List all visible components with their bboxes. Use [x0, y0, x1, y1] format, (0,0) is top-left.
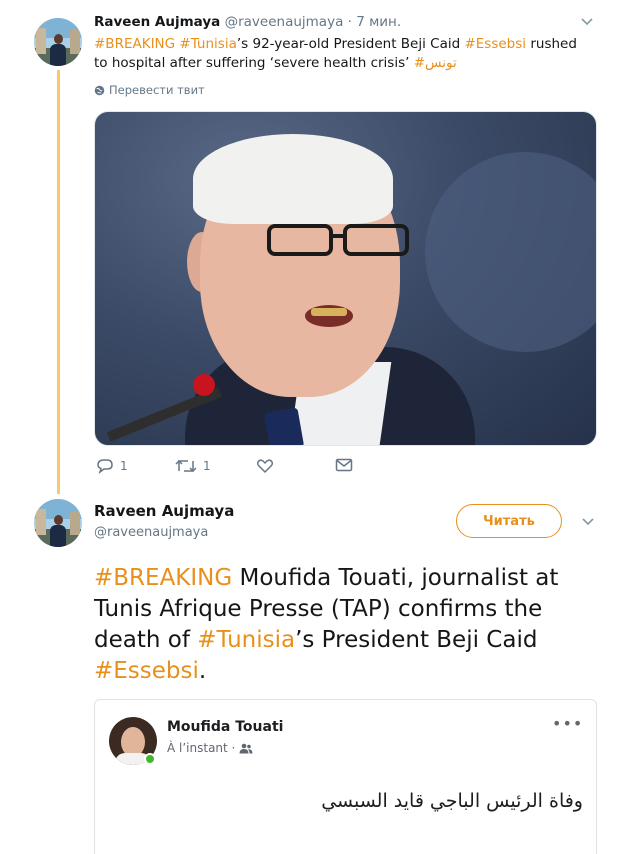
author-name[interactable]: Raveen Aujmaya: [94, 14, 220, 30]
like-icon: [256, 459, 274, 474]
embedded-post-text: وفاة الرئيس الباجي قايد السبسي: [321, 790, 583, 812]
follow-button[interactable]: Читать: [456, 504, 562, 538]
direct-message-button[interactable]: [335, 458, 353, 472]
embedded-author-name[interactable]: Moufida Touati: [167, 719, 283, 735]
tweet-text-part: ’s President Beji Caid: [295, 627, 538, 653]
hashtag-link[interactable]: #BREAKING: [94, 565, 232, 591]
reply-button[interactable]: 1: [96, 458, 128, 474]
embedded-post-time[interactable]: À l’instant ·: [167, 741, 235, 755]
tweet-text-part: ’s 92-year-old President Beji Caid: [236, 36, 465, 52]
hashtag-link[interactable]: #Tunisia: [179, 36, 236, 52]
hashtag-link[interactable]: #Tunisia: [197, 627, 295, 653]
translate-tweet-link[interactable]: Перевести твит: [94, 83, 205, 97]
thread-connector-line: [57, 70, 60, 494]
author-handle[interactable]: @raveenaujmaya: [225, 14, 344, 30]
tweet-timestamp[interactable]: · 7 мин.: [348, 14, 402, 30]
hashtag-link[interactable]: #تونس: [414, 55, 457, 71]
tweet-header: Raveen Aujmaya @raveenaujmaya · 7 мин.: [94, 14, 401, 30]
retweet-button[interactable]: 1: [175, 458, 211, 474]
reply-count: 1: [120, 459, 128, 473]
hashtag-link[interactable]: #BREAKING: [94, 36, 175, 52]
hashtag-link[interactable]: #Essebsi: [94, 658, 199, 684]
translate-label: Перевести твит: [109, 83, 205, 97]
tweet-text: #BREAKING Moufida Touati, journalist at …: [94, 563, 604, 687]
tweet-text: #BREAKING #Tunisia’s 92-year-old Preside…: [94, 35, 594, 73]
avatar[interactable]: [34, 499, 82, 547]
retweet-icon: [175, 459, 197, 473]
embedded-post-card[interactable]: Moufida Touati À l’instant · ••• وفاة ال…: [94, 699, 597, 854]
like-button[interactable]: [256, 458, 274, 474]
online-status-dot: [144, 753, 156, 765]
embedded-post-meta: À l’instant ·: [167, 741, 253, 755]
caret-down-icon[interactable]: [582, 518, 594, 528]
retweet-count: 1: [203, 459, 211, 473]
avatar[interactable]: [34, 18, 82, 66]
author-handle[interactable]: @raveenaujmaya: [94, 525, 208, 540]
globe-icon: [94, 85, 105, 95]
hashtag-link[interactable]: #Essebsi: [464, 36, 526, 52]
more-icon[interactable]: •••: [552, 714, 583, 733]
author-name[interactable]: Raveen Aujmaya: [94, 502, 234, 520]
reply-icon: [97, 459, 113, 474]
tweet-text-part: .: [198, 658, 207, 684]
tweet-photo[interactable]: [94, 111, 597, 446]
caret-down-icon[interactable]: [581, 18, 593, 28]
audience-friends-icon: [239, 743, 253, 753]
dm-icon: [335, 458, 353, 472]
